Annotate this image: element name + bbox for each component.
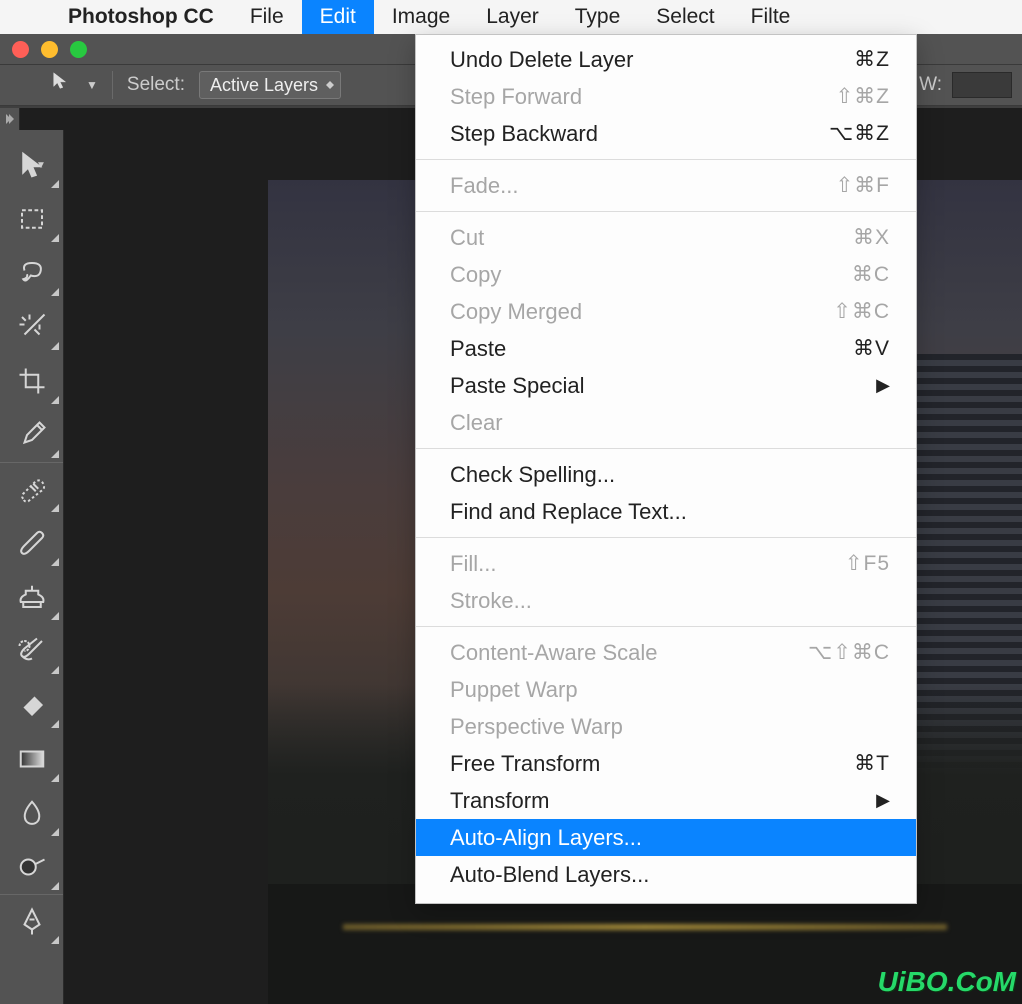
menu-item-shortcut: ⇧⌘Z [836, 84, 890, 109]
window-close-button[interactable] [12, 41, 29, 58]
menu-item-stroke: Stroke... [416, 582, 916, 619]
menu-item-perspective-warp: Perspective Warp [416, 708, 916, 745]
menu-item-shortcut: ⌘Z [854, 47, 890, 72]
menu-separator [416, 211, 916, 212]
menu-item-label: Transform [450, 788, 549, 814]
menu-item-label: Fade... [450, 173, 518, 199]
menu-item-paste-special[interactable]: Paste Special ▶ [416, 367, 916, 404]
menu-item-transform[interactable]: Transform ▶ [416, 782, 916, 819]
menu-item-label: Cut [450, 225, 484, 251]
menu-item-clear: Clear [416, 404, 916, 441]
toolbox: ▼ [0, 130, 64, 1004]
menu-item-shortcut: ⌘T [854, 751, 890, 776]
eyedropper-tool[interactable] [0, 408, 63, 462]
healing-brush-tool[interactable] [0, 462, 63, 516]
width-label: W: [919, 74, 942, 96]
menu-item-cut: Cut ⌘X [416, 219, 916, 256]
menu-item-puppet-warp: Puppet Warp [416, 671, 916, 708]
menu-item-shortcut: ⌥⌘Z [829, 121, 890, 146]
history-brush-tool[interactable] [0, 624, 63, 678]
menu-item-free-transform[interactable]: Free Transform ⌘T [416, 745, 916, 782]
menu-separator [416, 537, 916, 538]
select-mode-dropdown[interactable]: Active Layers [199, 71, 341, 99]
pen-tool[interactable] [0, 894, 63, 948]
rectangular-marquee-tool[interactable] [0, 192, 63, 246]
menu-item-label: Clear [450, 410, 503, 436]
menu-item-shortcut: ⌥⇧⌘C [808, 640, 890, 665]
move-tool[interactable]: ▼ [0, 138, 63, 192]
menubar-layer[interactable]: Layer [468, 0, 557, 34]
menu-item-label: Check Spelling... [450, 462, 615, 488]
menu-item-label: Copy Merged [450, 299, 582, 325]
menubar-filter[interactable]: Filte [733, 0, 809, 34]
tool-preset-dropdown-icon[interactable]: ▼ [86, 78, 98, 92]
toolbox-expand-handle[interactable] [0, 108, 20, 130]
menu-item-shortcut: ⇧⌘C [833, 299, 890, 324]
menu-item-copy: Copy ⌘C [416, 256, 916, 293]
menu-item-find-and-replace-text[interactable]: Find and Replace Text... [416, 493, 916, 530]
menu-item-paste[interactable]: Paste ⌘V [416, 330, 916, 367]
select-label: Select: [127, 74, 185, 96]
menu-item-label: Step Forward [450, 84, 582, 110]
menu-item-copy-merged: Copy Merged ⇧⌘C [416, 293, 916, 330]
menu-item-label: Perspective Warp [450, 714, 623, 740]
gradient-tool[interactable] [0, 732, 63, 786]
menu-item-step-backward[interactable]: Step Backward ⌥⌘Z [416, 115, 916, 152]
clone-stamp-tool[interactable] [0, 570, 63, 624]
menu-item-label: Stroke... [450, 588, 532, 614]
edit-menu-dropdown: Undo Delete Layer ⌘Z Step Forward ⇧⌘Z Step B… [415, 34, 917, 904]
submenu-arrow-icon: ▶ [876, 790, 890, 811]
menubar-type[interactable]: Type [557, 0, 639, 34]
menu-item-label: Paste Special [450, 373, 585, 399]
menubar-select[interactable]: Select [638, 0, 732, 34]
menu-item-shortcut: ⇧⌘F [836, 173, 890, 198]
submenu-arrow-icon: ▶ [876, 375, 890, 396]
menu-item-label: Content-Aware Scale [450, 640, 658, 666]
menu-item-auto-blend-layers[interactable]: Auto-Blend Layers... [416, 856, 916, 893]
mac-menubar: Photoshop CC File Edit Image Layer Type … [0, 0, 1022, 34]
menu-item-label: Paste [450, 336, 506, 362]
move-tool-icon[interactable] [50, 70, 72, 98]
window-minimize-button[interactable] [41, 41, 58, 58]
magic-wand-tool[interactable] [0, 300, 63, 354]
menu-item-shortcut: ⌘V [853, 336, 890, 361]
menubar-app-name[interactable]: Photoshop CC [50, 0, 232, 34]
menu-item-fill: Fill... ⇧F5 [416, 545, 916, 582]
menu-item-label: Auto-Align Layers... [450, 825, 642, 851]
menu-item-check-spelling[interactable]: Check Spelling... [416, 456, 916, 493]
menu-item-label: Puppet Warp [450, 677, 578, 703]
menu-item-content-aware-scale: Content-Aware Scale ⌥⇧⌘C [416, 634, 916, 671]
menu-item-label: Auto-Blend Layers... [450, 862, 649, 888]
menu-item-undo-delete-layer[interactable]: Undo Delete Layer ⌘Z [416, 41, 916, 78]
menu-item-label: Free Transform [450, 751, 600, 777]
menubar-edit[interactable]: Edit [302, 0, 374, 34]
menu-item-label: Fill... [450, 551, 496, 577]
menu-item-label: Step Backward [450, 121, 598, 147]
blur-tool[interactable] [0, 786, 63, 840]
watermark-bottom: UiBO.CoM [878, 966, 1016, 998]
dodge-tool[interactable] [0, 840, 63, 894]
menu-item-shortcut: ⇧F5 [845, 551, 890, 576]
brush-tool[interactable] [0, 516, 63, 570]
lasso-tool[interactable] [0, 246, 63, 300]
menu-item-label: Find and Replace Text... [450, 499, 687, 525]
menu-item-label: Copy [450, 262, 501, 288]
window-zoom-button[interactable] [70, 41, 87, 58]
menu-item-fade: Fade... ⇧⌘F [416, 167, 916, 204]
crop-tool[interactable] [0, 354, 63, 408]
menu-item-shortcut: ⌘C [852, 262, 890, 287]
menu-item-shortcut: ⌘X [853, 225, 890, 250]
menu-item-label: Undo Delete Layer [450, 47, 633, 73]
menu-item-step-forward: Step Forward ⇧⌘Z [416, 78, 916, 115]
menu-separator [416, 626, 916, 627]
menu-separator [416, 448, 916, 449]
menu-item-auto-align-layers[interactable]: Auto-Align Layers... [416, 819, 916, 856]
width-input[interactable] [952, 72, 1012, 98]
eraser-tool[interactable] [0, 678, 63, 732]
options-separator [112, 71, 113, 99]
menu-separator [416, 159, 916, 160]
select-mode-value: Active Layers [210, 75, 318, 96]
menubar-file[interactable]: File [232, 0, 302, 34]
menubar-image[interactable]: Image [374, 0, 468, 34]
